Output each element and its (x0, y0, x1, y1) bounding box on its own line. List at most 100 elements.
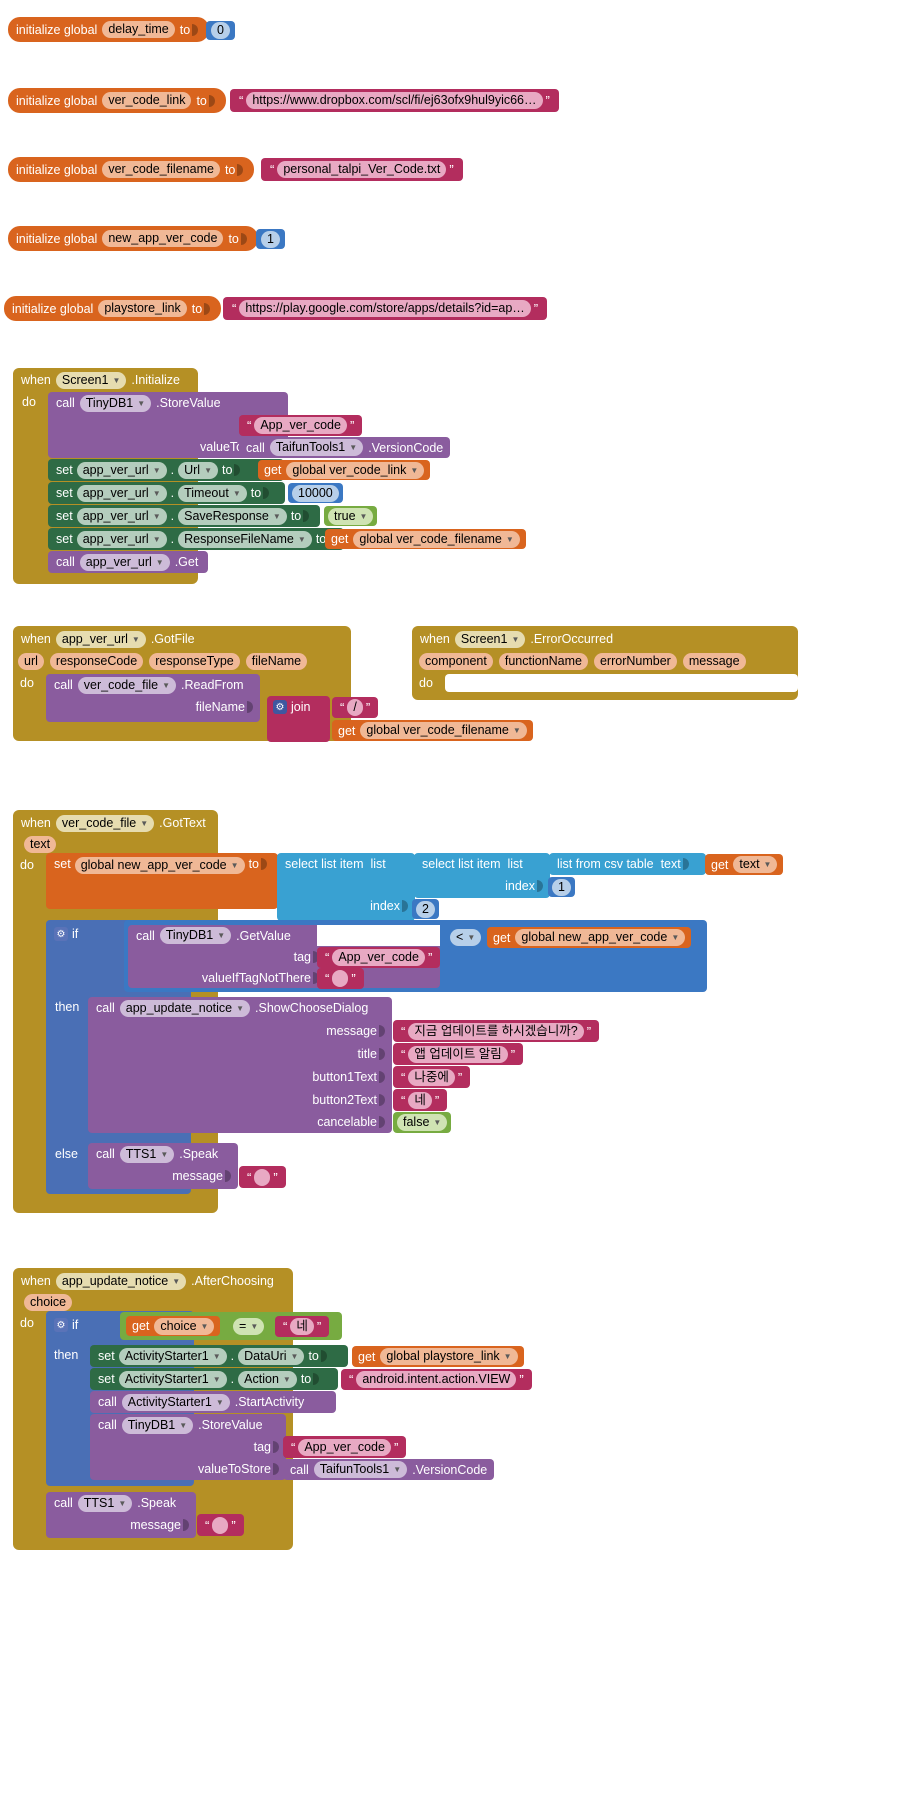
chevron-down-icon[interactable]: ▼ (132, 631, 140, 648)
math-number-block-timeout[interactable]: 10000 (288, 483, 343, 503)
text-string-block-empty-default[interactable]: “ ” (317, 968, 364, 989)
block-select-list-item-inner[interactable]: select list item list index (414, 853, 550, 898)
chevron-down-icon[interactable]: ▼ (349, 439, 357, 456)
math-number-block-index-outer[interactable]: 2 (412, 899, 439, 919)
component-field[interactable]: TTS1 ▼ (119, 1145, 175, 1163)
chevron-down-icon[interactable]: ▼ (162, 677, 170, 694)
property-field[interactable]: Timeout ▼ (178, 484, 247, 502)
text-value-field[interactable]: https://play.google.com/store/apps/detai… (239, 300, 531, 317)
chevron-down-icon[interactable]: ▼ (216, 1394, 224, 1411)
global-name-field[interactable]: new_app_ver_code (102, 230, 224, 247)
text-string-block-button2[interactable]: “ 네 ” (393, 1089, 448, 1111)
param-filename[interactable]: fileName (245, 652, 308, 670)
text-string-block-slash[interactable]: “ / ” (332, 697, 379, 718)
block-initialize-global-ver-code-filename[interactable]: initialize global ver_code_filename to “… (8, 157, 463, 182)
component-field[interactable]: ActivityStarter1 ▼ (121, 1393, 230, 1411)
empty-do-slot[interactable] (445, 674, 798, 692)
variable-field[interactable]: text ▼ (733, 856, 778, 873)
equals-operator-dropdown[interactable]: = ▼ (230, 1317, 268, 1336)
block-set-activitystarter1-datauri[interactable]: set ActivityStarter1 ▼ . DataUri ▼ to (90, 1345, 348, 1367)
component-field[interactable]: app_ver_url ▼ (76, 484, 167, 502)
block-get-global-ver-code-link[interactable]: get global ver_code_link ▼ (258, 460, 431, 480)
chevron-down-icon[interactable]: ▼ (513, 722, 521, 739)
component-field[interactable]: app_ver_url ▼ (76, 530, 167, 548)
component-field[interactable]: TinyDB1 ▼ (79, 394, 152, 412)
chevron-down-icon[interactable]: ▼ (236, 1000, 244, 1017)
event-header-errorocurred[interactable]: when Screen1 ▼ .ErrorOccurred (412, 628, 613, 650)
param-errornumber[interactable]: errorNumber (593, 652, 677, 670)
chevron-down-icon[interactable]: ▼ (153, 462, 161, 479)
block-call-tts1-speak-trailing[interactable]: call TTS1 ▼ .Speak message (46, 1492, 196, 1538)
block-initialize-global-playstore-link[interactable]: initialize global playstore_link to “ ht… (4, 296, 548, 321)
block-select-list-item-outer[interactable]: select list item list index (277, 853, 415, 921)
text-string-block-tag-getvalue[interactable]: “ App_ver_code ” (317, 947, 441, 968)
mutator-gear-icon[interactable]: ⚙ (54, 927, 68, 941)
number-field[interactable]: 10000 (292, 484, 339, 502)
block-list-from-csv-table[interactable]: list from csv table text (549, 853, 706, 875)
event-component-field[interactable]: Screen1 ▼ (454, 630, 526, 648)
block-get-global-ver-code-filename-join[interactable]: get global ver_code_filename ▼ (332, 720, 533, 741)
global-name-field[interactable]: playstore_link (98, 300, 187, 317)
text-string-block-action-view[interactable]: “ android.intent.action.VIEW ” (341, 1369, 532, 1390)
chevron-down-icon[interactable]: ▼ (153, 508, 161, 525)
text-string-block-tag[interactable]: “ App_ver_code ” (239, 415, 363, 436)
component-field[interactable]: TaifunTools1 ▼ (269, 439, 364, 456)
variable-field[interactable]: choice ▼ (154, 1317, 215, 1335)
text-string-block-button1[interactable]: “ 나중에 ” (393, 1066, 471, 1088)
block-get-global-new-app-ver-code[interactable]: get global new_app_ver_code ▼ (487, 927, 692, 948)
event-component-field[interactable]: ver_code_file ▼ (55, 814, 155, 832)
text-value-field[interactable]: 나중에 (408, 1068, 455, 1086)
event-header-afterchoosing[interactable]: when app_update_notice ▼ .AfterChoosing (13, 1270, 274, 1292)
operator-dropdown[interactable]: < ▼ (446, 928, 486, 947)
chevron-down-icon[interactable]: ▼ (298, 531, 306, 548)
component-field[interactable]: ver_code_file ▼ (77, 676, 177, 694)
component-field[interactable]: app_ver_url ▼ (76, 461, 167, 479)
block-join[interactable]: ⚙ join (267, 696, 330, 742)
chevron-down-icon[interactable]: ▼ (231, 857, 239, 874)
chevron-down-icon[interactable]: ▼ (213, 1371, 221, 1388)
chevron-down-icon[interactable]: ▼ (273, 508, 281, 525)
component-field[interactable]: app_ver_url ▼ (76, 507, 167, 525)
text-value-field[interactable]: / (347, 699, 363, 716)
param-responsecode[interactable]: responseCode (49, 652, 144, 670)
block-call-tinydb1-storevalue-2[interactable]: call TinyDB1 ▼ .StoreValue tag valueToSto… (90, 1414, 286, 1480)
chevron-down-icon[interactable]: ▼ (764, 856, 772, 873)
global-name-field[interactable]: ver_code_link (102, 92, 192, 109)
param-functionname[interactable]: functionName (498, 652, 588, 670)
variable-field[interactable]: global ver_code_filename ▼ (360, 722, 527, 739)
variable-field[interactable]: global new_app_ver_code ▼ (74, 857, 245, 874)
text-string-block[interactable]: “ personal_talpi_Ver_Code.txt ” (261, 158, 463, 181)
component-field[interactable]: ActivityStarter1 ▼ (118, 1347, 227, 1365)
chevron-down-icon[interactable]: ▼ (172, 1273, 180, 1290)
component-field[interactable]: TinyDB1 ▼ (121, 1416, 194, 1434)
block-call-app-ver-url-get[interactable]: call app_ver_url ▼ .Get (48, 551, 208, 573)
block-get-global-ver-code-filename[interactable]: get global ver_code_filename ▼ (325, 529, 526, 549)
text-string-block-dialog-message[interactable]: “ 지금 업데이트를 하시겠습니까? ” (393, 1020, 600, 1042)
math-number-block[interactable]: 0 (206, 21, 235, 40)
chevron-down-icon[interactable]: ▼ (360, 508, 368, 525)
block-set-app-ver-url-responsefilename[interactable]: set app_ver_url ▼ . ResponseFileName ▼ to (48, 528, 344, 550)
math-number-block[interactable]: 1 (256, 229, 285, 249)
event-component-field[interactable]: app_update_notice ▼ (55, 1272, 187, 1290)
global-name-field[interactable]: delay_time (102, 21, 175, 38)
component-field[interactable]: TaifunTools1 ▼ (313, 1461, 408, 1478)
number-field[interactable]: 1 (261, 230, 280, 248)
chevron-down-icon[interactable]: ▼ (179, 1417, 187, 1434)
block-call-activitystarter1-startactivity[interactable]: call ActivityStarter1 ▼ .StartActivity (90, 1391, 336, 1413)
chevron-down-icon[interactable]: ▼ (153, 485, 161, 502)
logic-value-field[interactable]: true ▼ (328, 507, 374, 525)
global-name-field[interactable]: ver_code_filename (102, 161, 220, 178)
component-field[interactable]: TinyDB1 ▼ (159, 927, 232, 944)
event-component-field[interactable]: app_ver_url ▼ (55, 630, 146, 648)
event-component-field[interactable]: Screen1 ▼ (55, 371, 127, 389)
text-value-field[interactable]: 네 (290, 1318, 314, 1335)
chevron-down-icon[interactable]: ▼ (393, 1461, 401, 1478)
text-value-field[interactable]: https://www.dropbox.com/scl/fi/ej63ofx9h… (246, 92, 543, 109)
event-header-gotfile[interactable]: when app_ver_url ▼ .GotFile (13, 628, 195, 650)
text-value-field[interactable]: App_ver_code (298, 1438, 391, 1456)
text-value-field[interactable] (332, 970, 349, 987)
chevron-down-icon[interactable]: ▼ (506, 531, 514, 548)
property-field[interactable]: SaveResponse ▼ (178, 507, 287, 525)
component-field[interactable]: TTS1 ▼ (77, 1494, 133, 1512)
param-message[interactable]: message (682, 652, 746, 670)
